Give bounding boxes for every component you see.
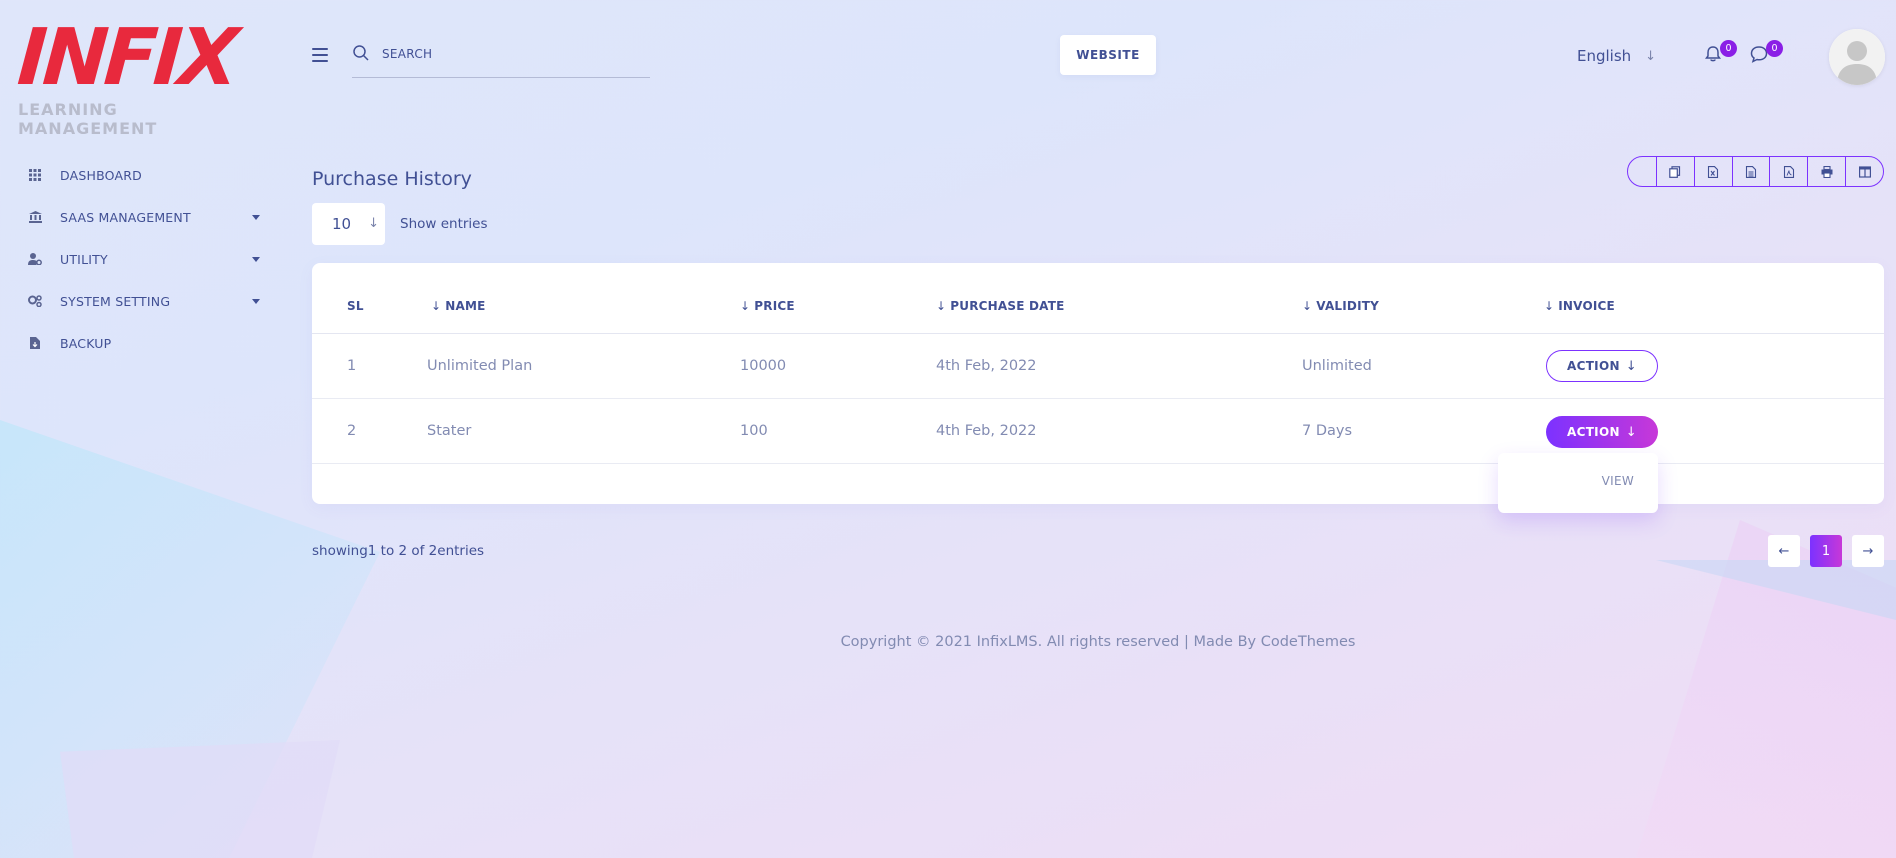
pagination-page-button[interactable]: 1 (1810, 535, 1842, 567)
caret-down-icon (252, 298, 260, 304)
sidebar-item-label: UTILITY (60, 251, 108, 267)
export-toolbar (1627, 156, 1884, 187)
search-bar (352, 42, 650, 78)
cell-name: Unlimited Plan (427, 358, 533, 374)
bank-icon (28, 210, 42, 224)
column-header-validity[interactable]: ↓ VALIDITY (1302, 299, 1379, 313)
cell-price: 100 (740, 423, 768, 439)
sidebar-item-system-setting[interactable]: SYSTEM SETTING (0, 280, 280, 322)
top-header: WEBSITE English ↓ 0 0 (300, 0, 1896, 110)
avatar[interactable] (1829, 29, 1885, 85)
columns-icon (1858, 165, 1871, 178)
caret-down-icon (252, 256, 260, 262)
sidebar-item-dashboard[interactable]: DASHBOARD (0, 154, 280, 196)
arrow-down-icon: ↓ (1645, 48, 1657, 64)
print-icon (1821, 165, 1833, 178)
language-selector[interactable]: English ↓ (1577, 47, 1656, 65)
action-button[interactable]: ACTION ↓ (1546, 350, 1658, 382)
search-input[interactable] (382, 47, 622, 61)
entries-per-page-select[interactable]: 10 ↓ (312, 203, 385, 245)
sort-icon: ↓ (431, 299, 442, 313)
arrow-down-icon: ↓ (1625, 424, 1637, 440)
csv-icon (1746, 165, 1757, 178)
pdf-export-button[interactable] (1769, 157, 1807, 186)
arrow-right-icon: → (1862, 543, 1874, 559)
language-label: English (1577, 47, 1632, 65)
cell-price: 10000 (740, 358, 787, 374)
pagination-next-button[interactable]: → (1852, 535, 1884, 567)
grid-icon (28, 168, 42, 182)
pdf-icon (1783, 165, 1794, 178)
logo-subtitle: LEARNING MANAGEMENT (18, 100, 158, 138)
footer-copyright: Copyright © 2021 InfixLMS. All rights re… (840, 634, 1356, 650)
excel-icon (1708, 165, 1719, 178)
sort-icon: ↓ (1302, 299, 1313, 313)
background-shape (1656, 560, 1896, 620)
cell-sl: 1 (347, 358, 357, 374)
column-header-purchase-date[interactable]: ↓ PURCHASE DATE (936, 299, 1065, 313)
page-title: Purchase History (312, 168, 472, 190)
cell-validity: Unlimited (1302, 358, 1372, 374)
cell-purchase-date: 4th Feb, 2022 (936, 423, 1037, 439)
column-header-name[interactable]: ↓ NAME (431, 299, 486, 313)
sidebar-item-label: SAAS MANAGEMENT (60, 209, 191, 225)
cell-name: Stater (427, 423, 472, 439)
column-header-sl[interactable]: SL (347, 299, 364, 313)
notification-count-badge: 0 (1720, 40, 1737, 57)
showing-entries-text: showing1 to 2 of 2entries (312, 543, 485, 559)
arrow-down-icon: ↓ (1625, 358, 1637, 374)
logo-text: INFIX (14, 13, 238, 103)
hamburger-menu-icon[interactable] (312, 48, 328, 62)
sidebar-item-label: SYSTEM SETTING (60, 293, 171, 309)
notifications-button[interactable]: 0 (1703, 40, 1737, 68)
sidebar-item-backup[interactable]: BACKUP (0, 322, 280, 364)
sort-icon: ↓ (1544, 299, 1555, 313)
cell-purchase-date: 4th Feb, 2022 (936, 358, 1037, 374)
file-download-icon (28, 336, 42, 350)
view-menu-item[interactable]: VIEW (1602, 474, 1634, 488)
sidebar: INFIX LEARNING MANAGEMENT DASHBOARD SAAS… (0, 0, 280, 858)
table-row: 1 Unlimited Plan 10000 4th Feb, 2022 Unl… (312, 334, 1884, 399)
csv-export-button[interactable] (1731, 157, 1770, 186)
column-header-price[interactable]: ↓ PRICE (740, 299, 795, 313)
user-avatar-icon (1829, 29, 1885, 85)
copy-icon (1669, 165, 1681, 178)
print-button[interactable] (1807, 157, 1845, 186)
table-header: SL ↓ NAME ↓ PRICE ↓ PURCHASE DATE ↓ VALIDITY… (312, 263, 1884, 334)
copy-button[interactable] (1656, 157, 1694, 186)
gears-icon (28, 294, 42, 308)
sidebar-item-utility[interactable]: UTILITY (0, 238, 280, 280)
arrow-down-icon: ↓ (368, 216, 379, 231)
logo[interactable]: INFIX LEARNING MANAGEMENT (14, 13, 258, 138)
action-dropdown-menu: VIEW (1498, 453, 1658, 513)
sidebar-item-label: DASHBOARD (60, 167, 142, 183)
entries-label: Show entries (400, 216, 488, 232)
cell-sl: 2 (347, 423, 357, 439)
pagination-prev-button[interactable]: ← (1768, 535, 1800, 567)
arrow-left-icon: ← (1778, 543, 1790, 559)
excel-export-button[interactable] (1693, 157, 1732, 186)
message-count-badge: 0 (1766, 40, 1783, 57)
sort-icon: ↓ (936, 299, 947, 313)
sidebar-item-saas-management[interactable]: SAAS MANAGEMENT (0, 196, 280, 238)
background-shape (1636, 520, 1896, 858)
column-header-invoice[interactable]: ↓ INVOICE (1544, 299, 1615, 313)
action-button-active[interactable]: ACTION ↓ (1546, 416, 1658, 448)
sidebar-menu: DASHBOARD SAAS MANAGEMENT UTILITY SYSTEM… (0, 154, 280, 364)
sort-icon: ↓ (740, 299, 751, 313)
sidebar-item-label: BACKUP (60, 335, 112, 351)
search-icon (353, 45, 369, 61)
entries-value: 10 (332, 215, 352, 233)
messages-button[interactable]: 0 (1749, 40, 1783, 68)
website-button[interactable]: WEBSITE (1060, 35, 1156, 75)
user-gear-icon (28, 252, 42, 266)
caret-down-icon (252, 214, 260, 220)
cell-validity: 7 Days (1302, 423, 1353, 439)
column-visibility-button[interactable] (1845, 157, 1883, 186)
